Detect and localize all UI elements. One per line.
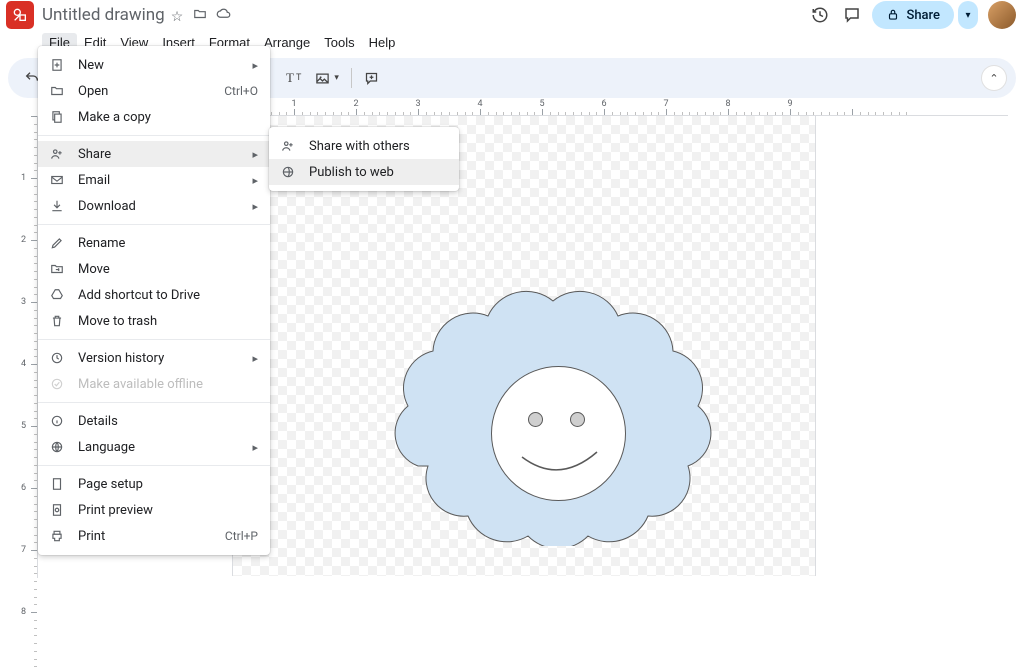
- download-icon: [50, 199, 66, 213]
- print-icon: [50, 529, 66, 543]
- shape-smiley-face[interactable]: [491, 366, 626, 501]
- star-icon[interactable]: ☆: [171, 9, 184, 25]
- menu-item-open[interactable]: Open Ctrl+O: [38, 78, 270, 104]
- submenu-arrow-icon: ▸: [252, 352, 258, 365]
- menu-item-trash[interactable]: Move to trash: [38, 308, 270, 334]
- submenu-arrow-icon: ▸: [252, 174, 258, 187]
- menu-item-make-copy[interactable]: Make a copy: [38, 104, 270, 130]
- menu-item-print[interactable]: Print Ctrl+P: [38, 523, 270, 549]
- account-avatar[interactable]: [988, 1, 1016, 29]
- rename-icon: [50, 236, 66, 250]
- history-icon: [50, 351, 66, 365]
- print-preview-icon: [50, 503, 66, 517]
- share-button-label: Share: [906, 8, 940, 23]
- menu-item-share[interactable]: Share ▸: [38, 141, 270, 167]
- comments-icon[interactable]: [838, 1, 866, 29]
- ruler-vertical: 12345678: [20, 116, 38, 578]
- submenu-arrow-icon: ▸: [252, 59, 258, 72]
- new-icon: [50, 58, 66, 72]
- menu-item-rename[interactable]: Rename: [38, 230, 270, 256]
- move-icon: [50, 262, 66, 276]
- menu-help[interactable]: Help: [362, 33, 403, 52]
- share-icon: [50, 147, 66, 161]
- submenu-arrow-icon: ▸: [252, 148, 258, 161]
- menu-item-download[interactable]: Download ▸: [38, 193, 270, 219]
- copy-icon: [50, 110, 66, 124]
- menu-item-print-preview[interactable]: Print preview: [38, 497, 270, 523]
- drive-shortcut-icon: [50, 288, 66, 302]
- email-icon: [50, 173, 66, 187]
- share-icon: [281, 139, 297, 153]
- offline-icon: [50, 377, 66, 391]
- textbox-button[interactable]: TT: [280, 66, 307, 90]
- menu-item-page-setup[interactable]: Page setup: [38, 471, 270, 497]
- move-folder-icon[interactable]: [193, 9, 210, 25]
- menu-item-email[interactable]: Email ▸: [38, 167, 270, 193]
- folder-icon: [50, 84, 66, 98]
- globe-icon: [50, 440, 66, 454]
- submenu-arrow-icon: ▸: [252, 441, 258, 454]
- menu-item-version-history[interactable]: Version history ▸: [38, 345, 270, 371]
- collapse-toolbar-button[interactable]: ⌃: [982, 66, 1006, 90]
- share-dropdown-caret[interactable]: ▾: [958, 1, 978, 29]
- image-button[interactable]: ▾: [309, 67, 345, 90]
- history-icon[interactable]: [806, 1, 834, 29]
- menu-tools[interactable]: Tools: [317, 33, 361, 52]
- globe-icon: [281, 165, 297, 179]
- menu-item-move[interactable]: Move: [38, 256, 270, 282]
- file-menu-dropdown: New ▸ Open Ctrl+O Make a copy Share ▸ Em…: [38, 46, 270, 555]
- submenu-item-share-others[interactable]: Share with others: [269, 133, 459, 159]
- submenu-item-publish-web[interactable]: Publish to web: [269, 159, 459, 185]
- trash-icon: [50, 314, 66, 328]
- app-logo[interactable]: [6, 1, 34, 29]
- menu-item-new[interactable]: New ▸: [38, 52, 270, 78]
- submenu-arrow-icon: ▸: [252, 200, 258, 213]
- info-icon: [50, 414, 66, 428]
- comment-add-button[interactable]: [358, 67, 385, 90]
- cloud-status-icon[interactable]: [216, 9, 231, 25]
- share-button[interactable]: Share: [872, 1, 954, 29]
- menu-item-language[interactable]: Language ▸: [38, 434, 270, 460]
- menu-item-add-shortcut[interactable]: Add shortcut to Drive: [38, 282, 270, 308]
- menu-item-offline: Make available offline: [38, 371, 270, 397]
- page-setup-icon: [50, 477, 66, 491]
- share-submenu: Share with others Publish to web: [269, 127, 459, 191]
- menu-item-details[interactable]: Details: [38, 408, 270, 434]
- doc-title[interactable]: Untitled drawing: [42, 5, 165, 25]
